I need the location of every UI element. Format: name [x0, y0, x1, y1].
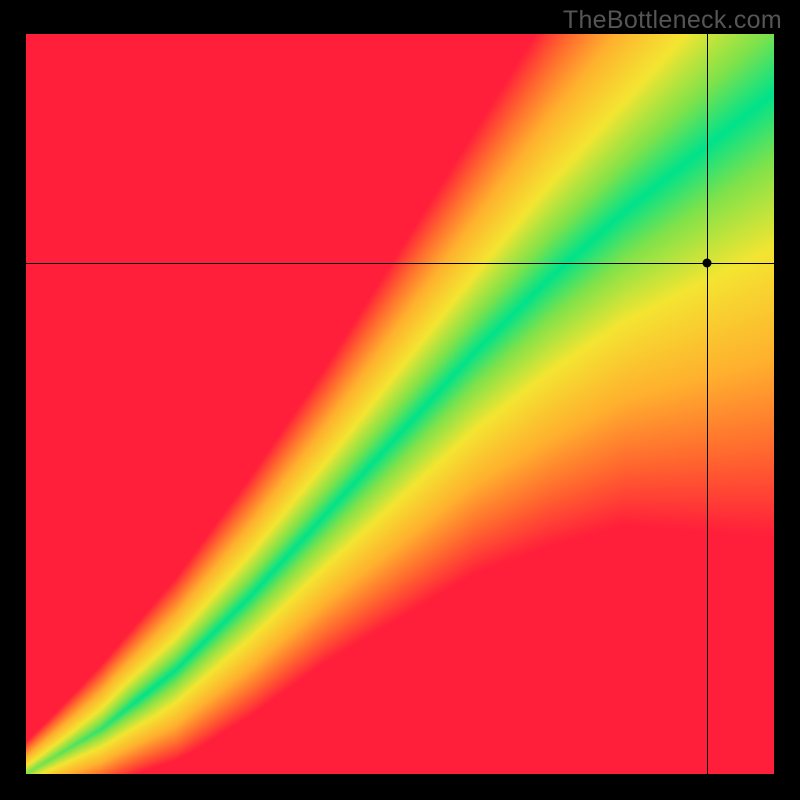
crosshair-vertical [707, 34, 708, 774]
heatmap-canvas [26, 34, 774, 774]
crosshair-horizontal [26, 263, 774, 264]
plot-area [26, 34, 774, 774]
watermark-text: TheBottleneck.com [563, 6, 782, 35]
chart-frame: TheBottleneck.com [0, 0, 800, 800]
marker-dot [702, 259, 711, 268]
